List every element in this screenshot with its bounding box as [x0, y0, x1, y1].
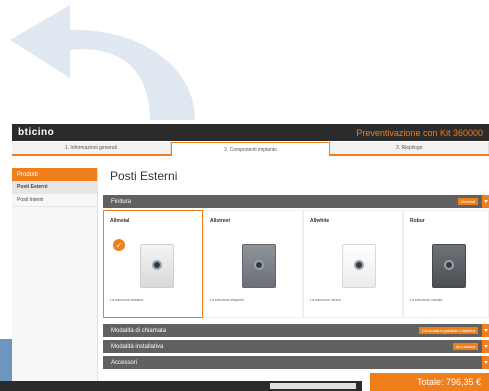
section-selected-value: Chiamata a pulsanti o tastiera [419, 327, 478, 334]
section-modalita-installativa[interactable]: Modalità installativa da incasso [103, 340, 482, 353]
chevron-down-icon[interactable] [482, 195, 489, 208]
card-title: Allstreet [210, 218, 231, 224]
back-arrow-icon [10, 5, 195, 120]
section-finitura[interactable]: Finitura Allmetal [103, 195, 482, 208]
sidebar-heading: Prodotti [12, 168, 97, 181]
card-title: Allmetal [110, 218, 130, 224]
check-icon: ✓ [113, 239, 125, 251]
total-price: Totale: 796,35 € [370, 373, 489, 391]
section-label: Finitura [111, 198, 132, 205]
chevron-down-icon[interactable] [482, 356, 489, 369]
card-title: Allwhite [310, 218, 330, 224]
app-title: Preventivazione con Kit 360000 [356, 127, 483, 138]
panel-image [342, 244, 376, 288]
chevron-down-icon[interactable] [482, 340, 489, 353]
product-cards: Allmetal ✓ La soluzione classica Allstre… [103, 210, 489, 318]
product-card-allmetal[interactable]: Allmetal ✓ La soluzione classica [103, 210, 203, 318]
product-card-robur[interactable]: Robur La soluzione robusta [403, 210, 489, 318]
card-description: La soluzione robusta [410, 298, 443, 302]
sidebar-item-posti-esterni[interactable]: Posti Esterni [12, 181, 97, 194]
card-title: Robur [410, 218, 425, 224]
page-title: Posti Esterni [110, 169, 178, 183]
section-accessori[interactable]: Accessori [103, 356, 482, 369]
panel-image [242, 244, 276, 288]
section-selected-value: da incasso [452, 343, 478, 350]
step-tabs: 1. Informazioni generali 2. Componenti i… [12, 142, 489, 156]
top-header: bticino Preventivazione con Kit 360000 [12, 124, 489, 141]
section-label: Modalità installativa [111, 343, 164, 350]
section-label: Modalità di chiamata [111, 327, 167, 334]
panel-image [140, 244, 174, 288]
app-window: bticino Preventivazione con Kit 360000 1… [0, 0, 489, 391]
tab-informazioni-generali[interactable]: 1. Informazioni generali [12, 142, 171, 154]
section-selected-value: Allmetal [457, 198, 478, 205]
card-description: La soluzione elegante [210, 298, 245, 302]
chevron-down-icon[interactable] [482, 324, 489, 337]
product-card-allwhite[interactable]: Allwhite La soluzione neutra [303, 210, 403, 318]
section-label: Accessori [111, 359, 138, 366]
tab-componenti-impianto[interactable]: 2. Componenti impianto [170, 142, 331, 156]
brand-logo[interactable]: bticino [18, 127, 54, 138]
panel-image [432, 244, 466, 288]
sidebar-item-posti-interni[interactable]: Posti Interni [12, 194, 97, 207]
product-card-allstreet[interactable]: Allstreet La soluzione elegante [203, 210, 303, 318]
footer-input[interactable] [270, 383, 356, 389]
card-description: La soluzione neutra [310, 298, 341, 302]
sidebar: Prodotti Posti Esterni Posti Interni [12, 168, 98, 391]
card-description: La soluzione classica [110, 298, 144, 302]
tab-riepilogo[interactable]: 3. Riepilogo [330, 142, 489, 154]
section-modalita-chiamata[interactable]: Modalità di chiamata Chiamata a pulsanti… [103, 324, 482, 337]
